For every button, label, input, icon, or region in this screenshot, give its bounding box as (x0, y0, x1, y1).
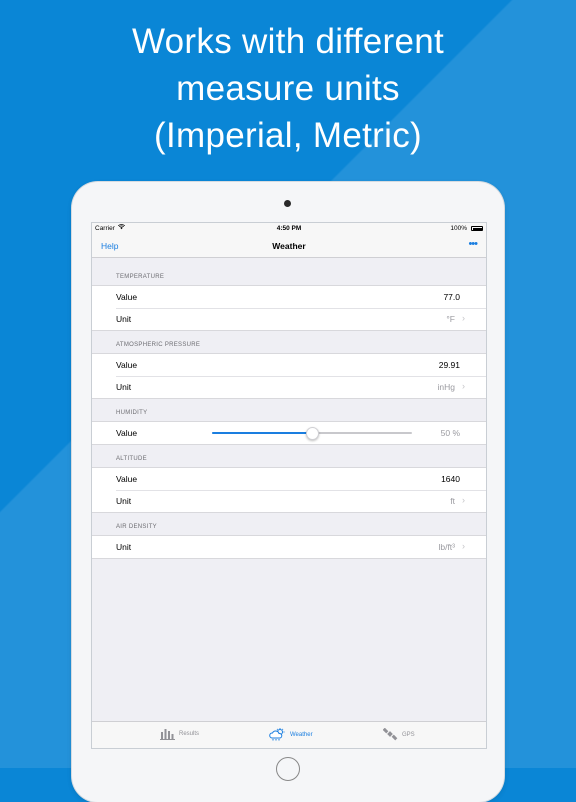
section-header-humidity: HUMIDITY (116, 410, 148, 416)
altitude-value[interactable]: 1640 (441, 474, 460, 484)
home-button[interactable] (276, 757, 300, 781)
page-title: Weather (272, 241, 306, 251)
tab-gps[interactable]: GPS (383, 728, 415, 741)
humidity-slider-fill (212, 432, 312, 434)
row-label: Value (116, 474, 138, 484)
headline: Works with different measure units (Impe… (0, 18, 576, 159)
temperature-value-row[interactable]: Value 77.0 (92, 286, 486, 308)
pressure-value-row[interactable]: Value 29.91 (92, 354, 486, 376)
row-label: Value (116, 292, 138, 302)
bar-chart-icon (160, 729, 175, 740)
pressure-unit-row[interactable]: Unit inHg › (92, 376, 486, 398)
temperature-unit-row[interactable]: Unit °F › (92, 308, 486, 330)
camera-icon (284, 200, 291, 207)
humidity-group: Value 50 % (92, 421, 486, 445)
navigation-bar: Help Weather ••• (92, 235, 486, 258)
section-header-altitude: ALTITUDE (116, 456, 147, 462)
air-density-group: Unit lb/ft³ › (92, 535, 486, 559)
chevron-right-icon: › (462, 313, 465, 323)
satellite-icon (383, 728, 398, 741)
battery-percent: 100% (450, 225, 467, 232)
altitude-unit-row[interactable]: Unit ft › (92, 490, 486, 512)
air-density-unit-row[interactable]: Unit lb/ft³ › (92, 536, 486, 558)
row-label: Value (116, 360, 138, 370)
altitude-value-row[interactable]: Value 1640 (92, 468, 486, 490)
humidity-value-row: Value 50 % (92, 422, 486, 444)
section-header-temperature: TEMPERATURE (116, 274, 165, 280)
temperature-group: Value 77.0 Unit °F › (92, 285, 486, 331)
tab-results[interactable]: Results (160, 728, 199, 740)
row-label: Unit (116, 496, 132, 506)
pressure-unit-value: inHg (437, 382, 455, 392)
row-label: Unit (116, 314, 132, 324)
tab-label: GPS (402, 731, 415, 738)
temperature-value[interactable]: 77.0 (443, 292, 460, 302)
tab-weather[interactable]: Weather (269, 728, 313, 741)
app-screen: Carrier 4:50 PM 100% Help Weather ••• TE… (91, 222, 487, 749)
section-header-pressure: ATMOSPHERIC PRESSURE (116, 342, 201, 348)
air-density-unit-value: lb/ft³ (438, 542, 455, 552)
weather-cloud-icon (269, 728, 285, 741)
tab-bar: Results Weather GPS (92, 721, 486, 748)
headline-line-2: measure units (176, 69, 400, 108)
humidity-slider-thumb[interactable] (306, 427, 319, 440)
headline-line-1: Works with different (131, 22, 445, 61)
pressure-group: Value 29.91 Unit inHg › (92, 353, 486, 399)
chevron-right-icon: › (462, 381, 465, 391)
pressure-value[interactable]: 29.91 (439, 360, 460, 370)
tab-label: Weather (290, 731, 313, 738)
altitude-unit-value: ft (450, 496, 455, 506)
status-time: 4:50 PM (276, 225, 302, 232)
status-bar: Carrier 4:50 PM 100% (92, 223, 486, 235)
temperature-unit-value: °F (446, 314, 455, 324)
humidity-slider[interactable] (212, 427, 412, 440)
headline-line-3: (Imperial, Metric) (154, 116, 422, 155)
section-header-air-density: AIR DENSITY (116, 524, 157, 530)
row-label: Unit (116, 542, 132, 552)
more-options-icon[interactable]: ••• (468, 238, 478, 250)
row-label: Value (116, 428, 138, 438)
tab-label: Results (179, 731, 200, 737)
battery-icon (471, 226, 483, 231)
altitude-group: Value 1640 Unit ft › (92, 467, 486, 513)
chevron-right-icon: › (462, 541, 465, 551)
ipad-frame: Carrier 4:50 PM 100% Help Weather ••• TE… (72, 182, 504, 802)
humidity-value: 50 % (440, 428, 460, 438)
row-label: Unit (116, 382, 132, 392)
chevron-right-icon: › (462, 495, 465, 505)
